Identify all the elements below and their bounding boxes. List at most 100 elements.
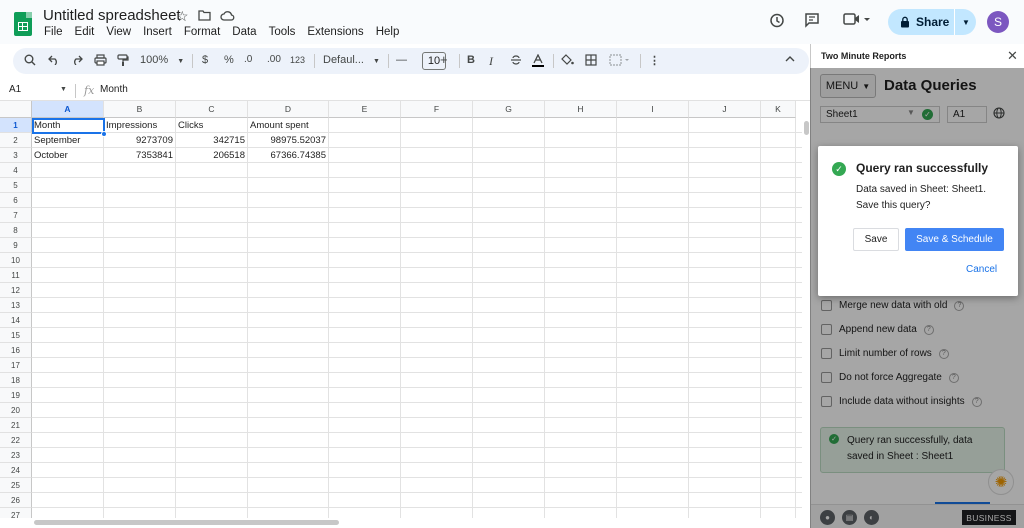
row-header[interactable]: 12 [0,283,32,298]
document-title[interactable]: Untitled spreadsheet [43,7,181,24]
grid-cell[interactable]: 67366.74385 [248,148,328,163]
column-header[interactable]: B [104,101,176,118]
row-header[interactable]: 14 [0,313,32,328]
row-header[interactable]: 11 [0,268,32,283]
row-header[interactable]: 20 [0,403,32,418]
search-menus-icon[interactable] [24,54,36,69]
column-header[interactable]: K [761,101,796,118]
row-header[interactable]: 17 [0,358,32,373]
formula-input[interactable]: Month [100,84,128,95]
name-box[interactable]: A1 [9,84,21,95]
row-header[interactable]: 26 [0,493,32,508]
row-header[interactable]: 1 [0,118,32,133]
grid-cell[interactable]: September [32,133,103,148]
row-header[interactable]: 7 [0,208,32,223]
row-header[interactable]: 21 [0,418,32,433]
row-header[interactable]: 5 [0,178,32,193]
menu-insert[interactable]: Insert [143,26,172,38]
save-button[interactable]: Save [853,228,899,251]
fill-handle[interactable] [101,131,107,137]
name-box-dropdown-icon[interactable]: ▼ [60,86,67,93]
row-header[interactable]: 9 [0,238,32,253]
menu-view[interactable]: View [106,26,131,38]
move-folder-icon[interactable] [198,8,211,24]
menu-data[interactable]: Data [232,26,256,38]
column-header[interactable]: A [32,101,104,118]
grid-cell[interactable]: October [32,148,103,163]
print-icon[interactable] [94,54,107,69]
save-and-schedule-button[interactable]: Save & Schedule [905,228,1004,251]
grid-cell[interactable]: 98975.52037 [248,133,328,148]
grid-cell[interactable]: Amount spent [248,118,328,133]
increase-decimal-button[interactable]: .00 [267,54,281,65]
star-icon[interactable]: ☆ [176,8,189,25]
row-header[interactable]: 4 [0,163,32,178]
column-header[interactable]: G [473,101,545,118]
avatar[interactable]: S [987,11,1009,33]
grid-cell[interactable]: 342715 [176,133,247,148]
share-button[interactable]: Share ▼ [888,9,976,35]
grid-cell[interactable]: Impressions [104,118,175,133]
format-percent-button[interactable]: % [224,54,234,66]
vertical-scrollbar[interactable] [802,118,810,518]
cloud-status-icon[interactable] [220,8,235,24]
menu-format[interactable]: Format [184,26,220,38]
more-options-icon[interactable]: ⋮ [649,54,660,67]
row-header[interactable]: 8 [0,223,32,238]
increase-font-size-button[interactable]: + [440,52,448,67]
cancel-button[interactable]: Cancel [966,264,997,275]
spreadsheet-grid[interactable]: A B C D E F G H I J K 1 2 3 4 5 6 7 8 9 10 11 12 13 14 15 16 17 18 19… [0,101,802,518]
column-header[interactable]: E [329,101,401,118]
font-select[interactable]: Defaul... ▼ [323,54,380,66]
share-main-button[interactable]: Share [888,15,954,29]
row-header[interactable]: 27 [0,508,32,518]
row-header[interactable]: 23 [0,448,32,463]
bold-button[interactable]: B [467,54,475,66]
row-header[interactable]: 2 [0,133,32,148]
row-header[interactable]: 15 [0,328,32,343]
decrease-font-size-button[interactable]: — [396,54,407,66]
menu-file[interactable]: File [44,26,63,38]
row-header[interactable]: 10 [0,253,32,268]
menu-extensions[interactable]: Extensions [307,26,363,38]
column-header[interactable]: F [401,101,473,118]
row-header[interactable]: 25 [0,478,32,493]
redo-icon[interactable] [71,54,83,68]
format-currency-button[interactable]: $ [202,54,208,66]
grid-cell[interactable]: Clicks [176,118,247,133]
select-all-corner[interactable] [0,101,32,118]
column-header[interactable]: C [176,101,248,118]
row-header[interactable]: 24 [0,463,32,478]
version-history-icon[interactable] [768,12,785,34]
grid-cell[interactable]: 9273709 [104,133,175,148]
paint-format-icon[interactable] [117,54,129,70]
row-header[interactable]: 18 [0,373,32,388]
grid-cell[interactable]: 7353841 [104,148,175,163]
fill-color-icon[interactable] [561,54,574,69]
row-header[interactable]: 6 [0,193,32,208]
decrease-decimal-button[interactable]: .0 [244,54,252,65]
sheets-logo-icon[interactable] [14,12,32,36]
grid-cell[interactable]: 206518 [176,148,247,163]
row-header[interactable]: 16 [0,343,32,358]
zoom-select[interactable]: 100% ▼ [140,54,184,66]
more-formats-button[interactable]: 123 [290,55,305,65]
column-header[interactable]: J [689,101,761,118]
borders-icon[interactable] [585,54,597,69]
comments-icon[interactable] [804,12,820,33]
meet-video-icon[interactable] [843,12,871,31]
row-header[interactable]: 3 [0,148,32,163]
row-header[interactable]: 22 [0,433,32,448]
share-dropdown-icon[interactable]: ▼ [955,18,970,27]
row-header[interactable]: 13 [0,298,32,313]
italic-button[interactable]: I [489,54,493,69]
menu-help[interactable]: Help [376,26,400,38]
close-icon[interactable]: ✕ [1007,48,1018,64]
row-header[interactable]: 19 [0,388,32,403]
collapse-toolbar-icon[interactable] [785,54,795,65]
undo-icon[interactable] [48,54,60,68]
column-header[interactable]: I [617,101,689,118]
merge-cells-icon[interactable] [609,54,631,69]
column-header[interactable]: H [545,101,617,118]
horizontal-scrollbar[interactable] [32,518,810,528]
